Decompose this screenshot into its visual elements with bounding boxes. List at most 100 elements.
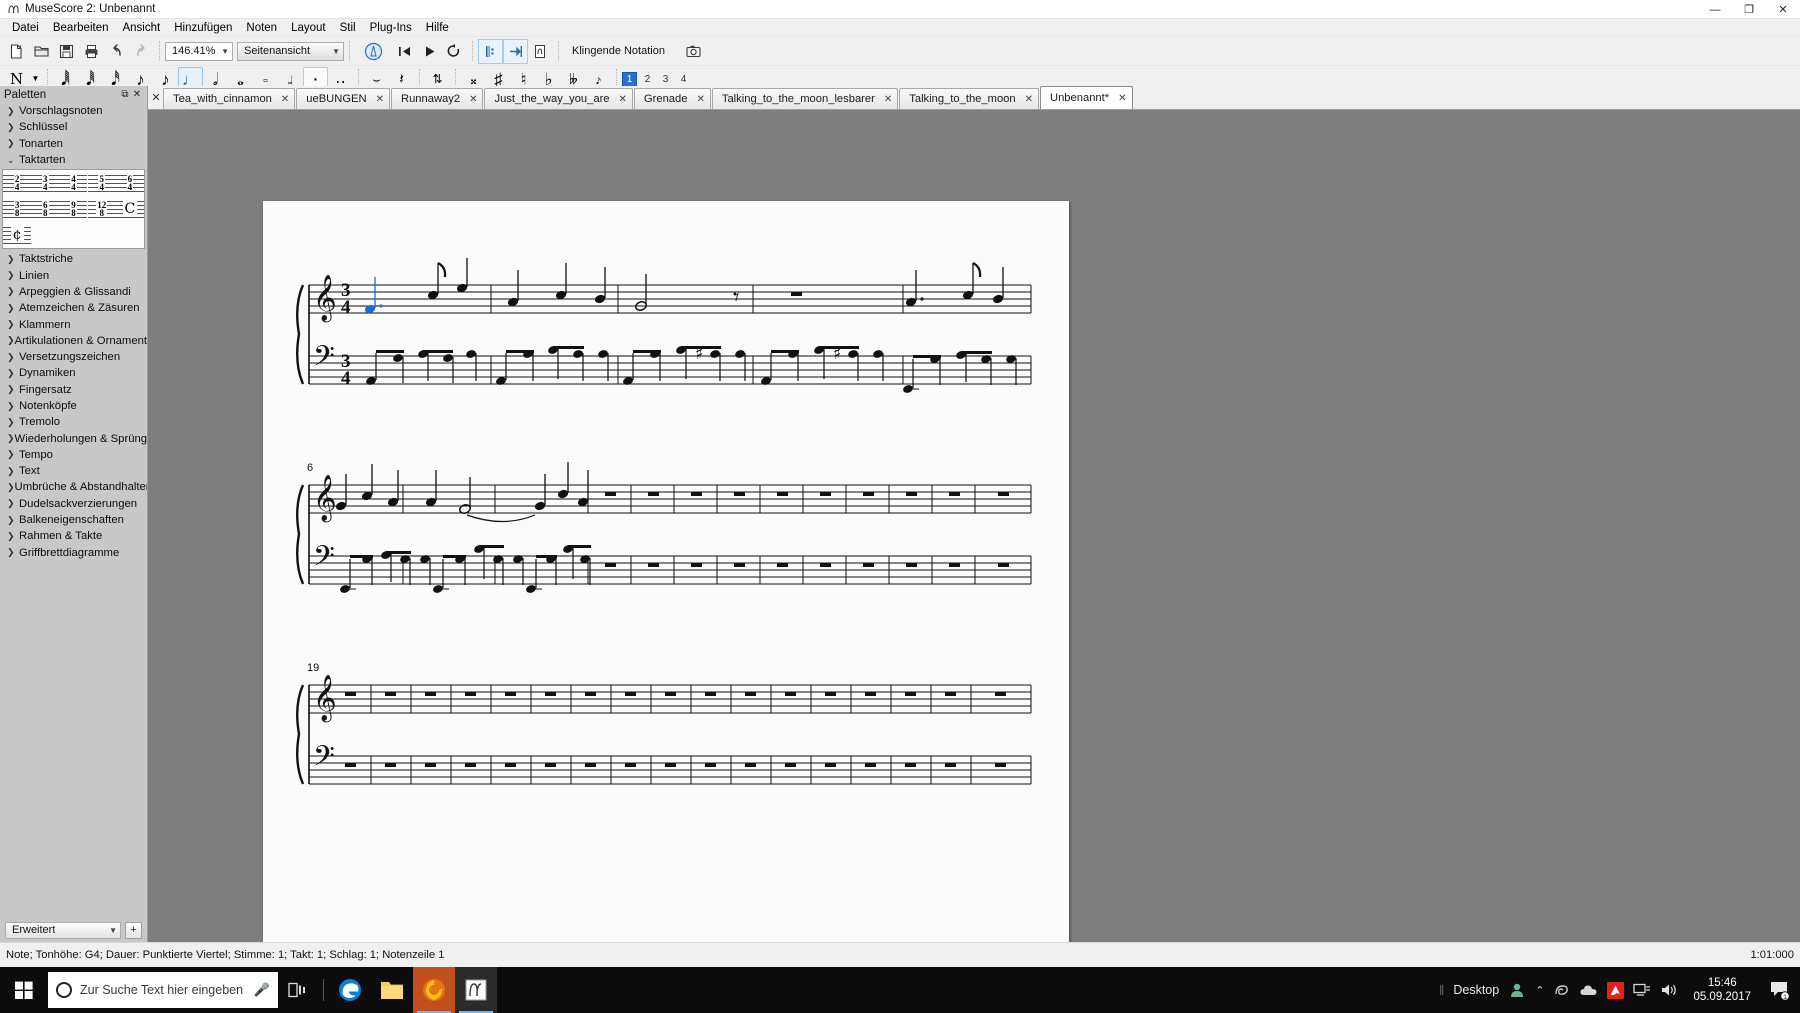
undock-icon[interactable]: ⧉ bbox=[119, 89, 131, 101]
voice-4-button[interactable]: 4 bbox=[676, 72, 691, 87]
desktop-label[interactable]: Desktop bbox=[1453, 983, 1499, 997]
close-icon[interactable]: ✕ bbox=[696, 94, 704, 105]
save-icon[interactable] bbox=[54, 39, 79, 64]
close-icon[interactable]: ✕ bbox=[281, 94, 289, 105]
palette-item-arpeggien[interactable]: ❯ Arpeggien & Glissandi bbox=[0, 284, 147, 300]
task-view-icon[interactable] bbox=[278, 967, 318, 1013]
image-capture-icon[interactable] bbox=[681, 39, 706, 64]
tab-runnaway2[interactable]: Runnaway2 ✕ bbox=[390, 88, 484, 109]
avira-icon[interactable] bbox=[1607, 981, 1625, 999]
tab-grenade[interactable]: Grenade ✕ bbox=[633, 88, 711, 109]
volume-icon[interactable] bbox=[1660, 982, 1678, 998]
timesig-2-4[interactable]: 24 bbox=[3, 170, 32, 196]
palette-item-tempo[interactable]: ❯ Tempo bbox=[0, 447, 147, 463]
close-icon[interactable]: ✕ bbox=[376, 94, 384, 105]
play-icon[interactable] bbox=[417, 39, 442, 64]
palette-item-taktstriche[interactable]: ❯ Taktstriche bbox=[0, 251, 147, 267]
palette-item-fingersatz[interactable]: ❯ Fingersatz bbox=[0, 382, 147, 398]
timesig-3-8[interactable]: 38 bbox=[3, 196, 32, 222]
tab-just-the-way-you-are[interactable]: Just_the_way_you_are ✕ bbox=[484, 88, 633, 109]
palette-item-dynamiken[interactable]: ❯ Dynamiken bbox=[0, 365, 147, 381]
close-button[interactable]: ✕ bbox=[1766, 0, 1800, 19]
view-mode-combo[interactable]: Seitenansicht ▼ bbox=[237, 41, 344, 61]
menu-noten[interactable]: Noten bbox=[239, 21, 284, 35]
palette-item-rahmen[interactable]: ❯ Rahmen & Takte bbox=[0, 528, 147, 544]
menu-layout[interactable]: Layout bbox=[284, 21, 333, 35]
timesig-common[interactable]: C bbox=[115, 196, 144, 222]
metronome-icon[interactable] bbox=[361, 39, 386, 64]
palette-item-tonarten[interactable]: ❯ Tonarten bbox=[0, 136, 147, 152]
rewind-icon[interactable] bbox=[392, 39, 417, 64]
tab-tea-with-cinnamon[interactable]: Tea_with_cinnamon ✕ bbox=[163, 88, 296, 109]
loop-icon[interactable] bbox=[442, 39, 467, 64]
menu-plugins[interactable]: Plug-Ins bbox=[363, 21, 419, 35]
palette-item-notenkoepfe[interactable]: ❯ Notenköpfe bbox=[0, 398, 147, 414]
close-icon[interactable]: ✕ bbox=[619, 94, 627, 105]
palette-item-dudelsack[interactable]: ❯ Dudelsackverzierungen bbox=[0, 496, 147, 512]
palette-item-balken[interactable]: ❯ Balkeneigenschaften bbox=[0, 512, 147, 528]
menu-bearbeiten[interactable]: Bearbeiten bbox=[46, 21, 116, 35]
palette-item-wiederholungen[interactable]: ❯ Wiederholungen & Sprünge bbox=[0, 430, 147, 446]
print-icon[interactable] bbox=[79, 39, 104, 64]
firefox-icon[interactable] bbox=[413, 967, 455, 1013]
tab-uebungen[interactable]: ueBUNGEN ✕ bbox=[296, 88, 390, 109]
close-icon[interactable]: ✕ bbox=[131, 89, 143, 101]
close-icon[interactable]: ✕ bbox=[1118, 93, 1126, 104]
musescore-icon[interactable] bbox=[455, 967, 497, 1013]
score-canvas[interactable]: 𝄞 𝄢 3 4 3 4 𝄾 ♯ ♯ 6 𝄞 𝄢 19 𝄞 𝄢 bbox=[148, 110, 1800, 942]
voice-1-button[interactable]: 1 bbox=[622, 71, 637, 87]
selected-note[interactable] bbox=[364, 277, 383, 314]
pan-score-icon[interactable] bbox=[503, 38, 528, 64]
close-icon[interactable]: ✕ bbox=[884, 94, 892, 105]
undo-icon[interactable] bbox=[104, 39, 129, 64]
palette-item-schluessel[interactable]: ❯ Schlüssel bbox=[0, 119, 147, 135]
palette-mode-combo[interactable]: Erweitert ▼ bbox=[5, 921, 121, 939]
search-box[interactable]: Zur Suche Text hier eingeben 🎤 bbox=[48, 972, 278, 1008]
add-palette-button[interactable]: + bbox=[125, 921, 142, 939]
timesig-3-4[interactable]: 34 bbox=[31, 170, 60, 196]
palette-item-umbrueche[interactable]: ❯ Umbrüche & Abstandhalter bbox=[0, 479, 147, 495]
palette-item-linien[interactable]: ❯ Linien bbox=[0, 267, 147, 283]
palette-item-text[interactable]: ❯ Text bbox=[0, 463, 147, 479]
palette-item-tremolo[interactable]: ❯ Tremolo bbox=[0, 414, 147, 430]
palette-item-atemzeichen[interactable]: ❯ Atemzeichen & Zäsuren bbox=[0, 300, 147, 316]
palette-item-klammern[interactable]: ❯ Klammern bbox=[0, 316, 147, 332]
midi-input-icon[interactable] bbox=[528, 39, 553, 64]
tab-talking-to-the-moon-lesbarer[interactable]: Talking_to_the_moon_lesbarer ✕ bbox=[711, 88, 899, 109]
voice-2-button[interactable]: 2 bbox=[640, 72, 655, 87]
palette-item-versetzungszeichen[interactable]: ❯ Versetzungszeichen bbox=[0, 349, 147, 365]
onedrive-icon[interactable] bbox=[1579, 983, 1598, 998]
windows-start-icon[interactable] bbox=[0, 967, 48, 1013]
action-center-icon[interactable]: 1 bbox=[1766, 967, 1794, 1013]
timesig-5-4[interactable]: 54 bbox=[87, 170, 116, 196]
menu-ansicht[interactable]: Ansicht bbox=[115, 21, 167, 35]
timesig-12-8[interactable]: 12 8 bbox=[87, 196, 116, 222]
timesig-6-8[interactable]: 68 bbox=[31, 196, 60, 222]
concert-pitch-label[interactable]: Klingende Notation bbox=[572, 45, 665, 57]
open-folder-icon[interactable] bbox=[29, 39, 54, 64]
taskbar-clock[interactable]: 15:46 05.09.2017 bbox=[1687, 976, 1757, 1004]
tab-unbenannt[interactable]: Unbenannt* ✕ bbox=[1040, 86, 1133, 109]
close-icon[interactable]: ✕ bbox=[1025, 94, 1033, 105]
menu-hinzufuegen[interactable]: Hinzufügen bbox=[167, 21, 239, 35]
timesig-cut[interactable]: ¢ bbox=[3, 222, 32, 248]
timesig-9-8[interactable]: 98 bbox=[59, 196, 88, 222]
menu-datei[interactable]: Datei bbox=[5, 21, 46, 35]
play-repeats-icon[interactable] bbox=[478, 38, 503, 64]
timesig-4-4[interactable]: 44 bbox=[59, 170, 88, 196]
maximize-button[interactable]: ❐ bbox=[1732, 0, 1766, 19]
network-icon[interactable] bbox=[1633, 982, 1651, 998]
chevron-up-icon[interactable]: ⌃ bbox=[1535, 984, 1544, 997]
palette-item-artikulationen[interactable]: ❯ Artikulationen & Ornamente bbox=[0, 333, 147, 349]
voice-3-button[interactable]: 3 bbox=[658, 72, 673, 87]
menu-stil[interactable]: Stil bbox=[333, 21, 363, 35]
redo-icon[interactable] bbox=[129, 39, 154, 64]
palette-item-griffbrett[interactable]: ❯ Griffbrettdiagramme bbox=[0, 545, 147, 561]
minimize-button[interactable]: — bbox=[1698, 0, 1732, 19]
edge-icon[interactable] bbox=[329, 967, 371, 1013]
palette-item-vorschlagsnoten[interactable]: ❯ Vorschlagsnoten bbox=[0, 103, 147, 119]
people-icon[interactable] bbox=[1508, 981, 1526, 999]
new-score-icon[interactable]: * bbox=[4, 39, 29, 64]
palette-item-taktarten[interactable]: ⌄ Taktarten bbox=[0, 152, 147, 168]
file-explorer-icon[interactable] bbox=[371, 967, 413, 1013]
